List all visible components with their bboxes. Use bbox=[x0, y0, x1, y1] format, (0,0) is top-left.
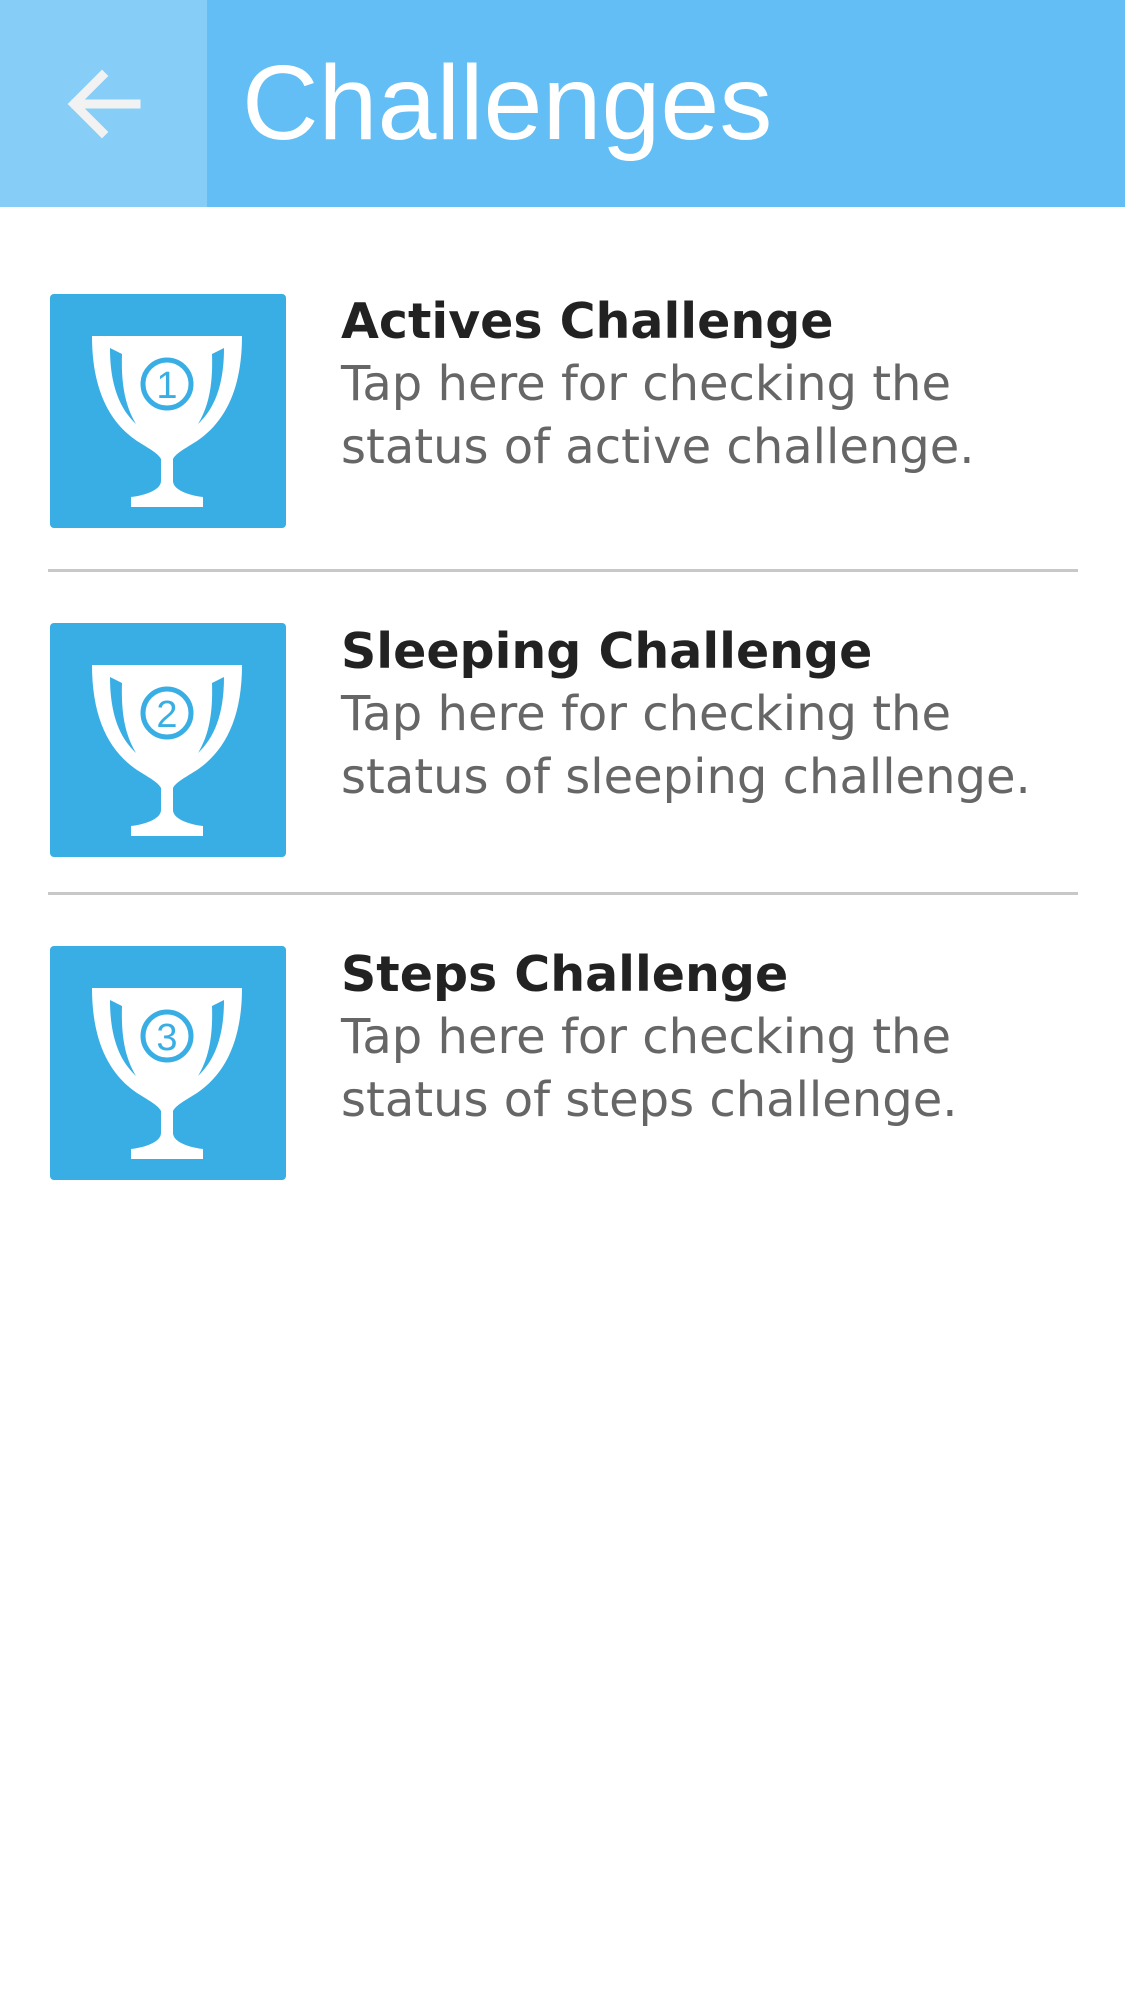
trophy-tile: 1 bbox=[50, 294, 286, 528]
challenge-description-line2: status of active challenge. bbox=[341, 419, 975, 475]
challenge-title: Sleeping Challenge bbox=[341, 623, 873, 680]
challenge-list: 1 Actives Challenge Tap here for checkin… bbox=[0, 207, 1125, 1180]
trophy-badge-number: 3 bbox=[156, 1017, 177, 1059]
challenge-description-line1: Tap here for checking the bbox=[341, 356, 951, 412]
challenge-text: Sleeping Challenge Tap here for checking… bbox=[341, 621, 1101, 809]
arrow-left-icon bbox=[67, 69, 140, 138]
challenge-description-line1: Tap here for checking the bbox=[341, 686, 951, 742]
challenge-description-line2: status of steps challenge. bbox=[341, 1072, 958, 1128]
challenge-item-sleeping[interactable]: 2 Sleeping Challenge Tap here for checki… bbox=[0, 529, 1125, 895]
page-title: Challenges bbox=[242, 44, 773, 162]
challenge-text: Actives Challenge Tap here for checking … bbox=[341, 291, 1101, 479]
challenge-description-line1: Tap here for checking the bbox=[341, 1009, 951, 1065]
challenge-description-line2: status of sleeping challenge. bbox=[341, 749, 1031, 805]
challenges-screen: Challenges 1 Actives Challenge Tap here … bbox=[0, 0, 1125, 2004]
challenge-item-steps[interactable]: 3 Steps Challenge Tap here for checking … bbox=[0, 851, 1125, 1180]
trophy-badge-number: 2 bbox=[156, 694, 177, 736]
app-bar: Challenges bbox=[0, 0, 1125, 207]
trophy-tile: 2 bbox=[50, 623, 286, 857]
trophy-badge-number: 1 bbox=[156, 365, 177, 407]
challenge-title: Steps Challenge bbox=[341, 946, 789, 1003]
trophy-icon: 3 bbox=[92, 988, 242, 1159]
challenge-title: Actives Challenge bbox=[341, 293, 834, 350]
back-button[interactable] bbox=[0, 0, 207, 207]
trophy-icon: 2 bbox=[92, 665, 242, 836]
challenge-text: Steps Challenge Tap here for checking th… bbox=[341, 944, 1101, 1132]
trophy-icon: 1 bbox=[92, 336, 242, 507]
trophy-tile: 3 bbox=[50, 946, 286, 1180]
challenge-item-actives[interactable]: 1 Actives Challenge Tap here for checkin… bbox=[0, 207, 1125, 572]
